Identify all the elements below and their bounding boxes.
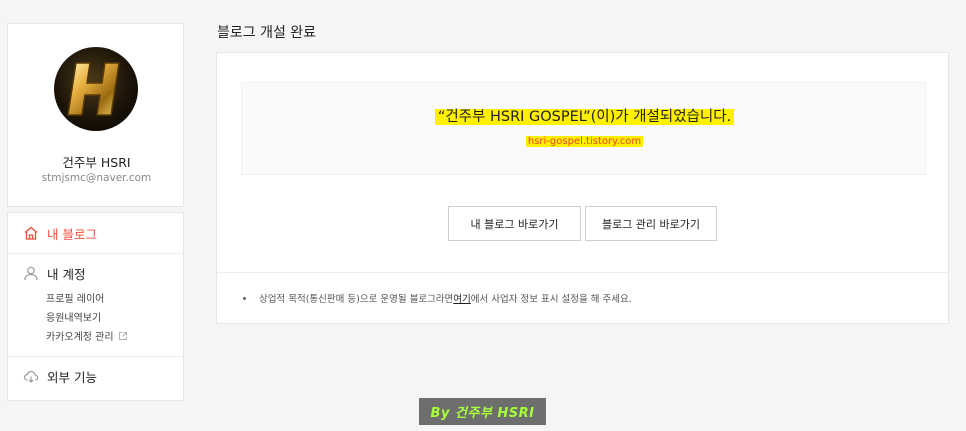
h-logo-icon	[67, 62, 120, 116]
menu-external-features[interactable]: 외부 기능	[8, 366, 183, 386]
menu-kakao-account[interactable]: 카카오계정 관리	[46, 328, 128, 343]
avatar[interactable]	[54, 47, 138, 131]
blog-created-panel: “건주부 HSRI GOSPEL”(이)가 개설되었습니다. hsri-gosp…	[216, 52, 949, 324]
page-title: 블로그 개설 완료	[217, 25, 317, 41]
menu-divider	[8, 253, 183, 254]
footer-text-pre: 상업적 목적(통신판매 등)으로 운영될 블로그라면	[259, 294, 454, 305]
side-menu: 내 블로그 내 계정 프로필 레이어 응원내역보기 카카오계정 관리 외부 기능	[7, 212, 184, 401]
blog-url[interactable]: hsri-gospel.tistory.com	[242, 136, 927, 147]
footer-text-post: 에서 사업자 정보 표시 설정을 해 주세요.	[470, 294, 632, 305]
menu-profile-layer[interactable]: 프로필 레이어	[46, 290, 104, 305]
blog-url-text: hsri-gospel.tistory.com	[525, 136, 644, 147]
menu-divider	[8, 356, 183, 357]
profile-name: 건주부 HSRI	[62, 155, 131, 170]
menu-support-history[interactable]: 응원내역보기	[46, 309, 101, 324]
home-icon	[24, 226, 38, 240]
business-settings-link[interactable]: 여기	[453, 291, 470, 305]
external-link-icon	[118, 331, 127, 340]
menu-kakao-account-label: 카카오계정 관리	[46, 332, 114, 343]
success-notice: “건주부 HSRI GOSPEL”(이)가 개설되었습니다. hsri-gosp…	[241, 82, 926, 175]
bullet-icon	[243, 296, 246, 300]
created-message-text: “건주부 HSRI GOSPEL”(이)가 개설되었습니다.	[434, 109, 735, 125]
cloud-icon	[23, 370, 39, 383]
card-divider	[217, 272, 948, 273]
user-icon	[24, 266, 38, 281]
go-blog-manage-button[interactable]: 블로그 관리 바로가기	[585, 206, 717, 241]
menu-my-account-label: 내 계정	[47, 266, 86, 282]
menu-my-blog-label: 내 블로그	[47, 226, 97, 242]
created-message: “건주부 HSRI GOSPEL”(이)가 개설되었습니다.	[242, 105, 927, 126]
menu-my-blog[interactable]: 내 블로그	[8, 223, 183, 243]
profile-card: 건주부 HSRI stmjsmc@naver.com	[7, 23, 184, 207]
business-info-note: 상업적 목적(통신판매 등)으로 운영될 블로그라면 여기 에서 사업자 정보 …	[243, 291, 632, 305]
watermark: By 건주부 HSRI	[419, 398, 546, 425]
menu-my-account[interactable]: 내 계정	[8, 263, 183, 283]
profile-email: stmjsmc@naver.com	[41, 172, 152, 184]
menu-external-features-label: 외부 기능	[47, 369, 97, 385]
go-my-blog-button[interactable]: 내 블로그 바로가기	[448, 206, 581, 241]
